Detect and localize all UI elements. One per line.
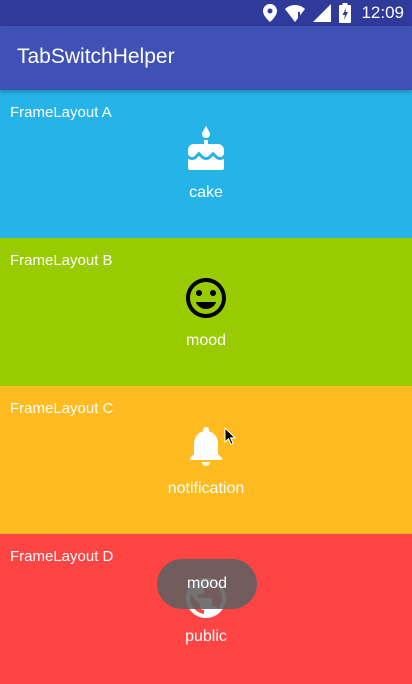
battery-icon [339,3,352,23]
frame-label: FrameLayout C [10,400,114,417]
frame-layout-b[interactable]: FrameLayout B mood [0,238,412,386]
frame-label: FrameLayout B [10,252,113,269]
frame-label: FrameLayout D [10,548,114,565]
frame-caption: mood [185,332,227,349]
frame-label: FrameLayout A [10,104,112,121]
wifi-icon [285,5,306,22]
mouse-cursor-icon [224,427,236,445]
frame-layout-c[interactable]: FrameLayout C notification [0,386,412,534]
toast-message: mood [157,559,257,609]
notification-icon [190,427,222,466]
mood-icon [186,278,226,318]
status-time: 12:09 [361,3,404,22]
frame-layout-a[interactable]: FrameLayout A cake [0,90,412,238]
status-icons: 12:09 [263,2,404,24]
frame-caption: notification [167,480,245,497]
frame-caption: public [185,628,227,645]
status-bar: 12:09 [0,0,412,26]
app-bar: TabSwitchHelper [0,26,412,90]
frame-caption: cake [189,184,223,201]
signal-icon [313,4,332,22]
cake-icon [188,126,224,170]
location-icon [263,4,278,22]
app-title: TabSwitchHelper [17,45,175,68]
frame-layout-d[interactable]: FrameLayout D public [0,534,412,684]
